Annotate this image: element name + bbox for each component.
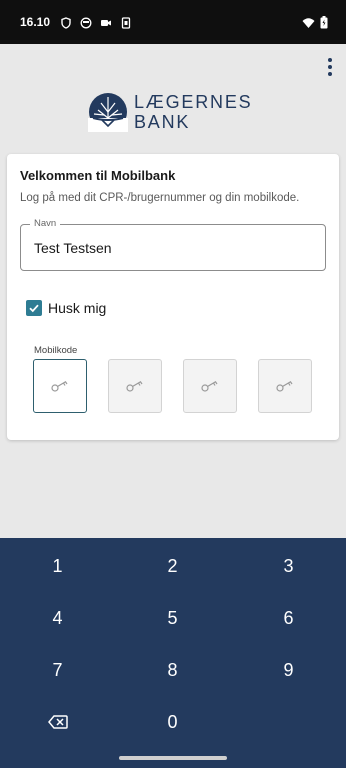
pin-box-3[interactable]	[183, 359, 237, 413]
status-bar: 16.10	[0, 0, 346, 44]
pin-box-4[interactable]	[258, 359, 312, 413]
key-0[interactable]: 0	[115, 696, 230, 748]
name-field-label: Navn	[30, 218, 61, 229]
battery-icon	[320, 16, 332, 29]
key-8[interactable]: 8	[115, 644, 230, 696]
login-card: Velkommen til Mobilbank Log på med dit C…	[7, 154, 339, 440]
name-field-value[interactable]: Test Testsen	[34, 240, 112, 256]
video-icon	[100, 16, 112, 28]
logo-line1: LÆGERNES	[134, 92, 253, 112]
remember-me[interactable]: Husk mig	[26, 300, 106, 316]
key-5[interactable]: 5	[115, 592, 230, 644]
home-gesture-bar[interactable]	[119, 756, 227, 760]
key-2[interactable]: 2	[115, 540, 230, 592]
name-field[interactable]: Navn Test Testsen	[20, 218, 326, 271]
card-subtitle: Log på med dit CPR-/brugernummer og din …	[20, 192, 300, 204]
wifi-icon	[302, 16, 315, 28]
key-3[interactable]: 3	[231, 540, 346, 592]
pin-input[interactable]	[33, 359, 312, 413]
pin-box-1[interactable]	[33, 359, 87, 413]
remember-label: Husk mig	[48, 300, 107, 316]
pin-label: Mobilkode	[34, 345, 78, 356]
key-7[interactable]: 7	[0, 644, 115, 696]
smiley-icon	[80, 16, 92, 29]
key-4[interactable]: 4	[0, 592, 115, 644]
key-icon	[201, 380, 218, 392]
status-time: 16.10	[20, 15, 51, 29]
key-icon	[126, 380, 143, 392]
remember-checkbox[interactable]	[26, 300, 42, 316]
numeric-keypad: 1 2 3 4 5 6 7 8 9 0	[0, 538, 346, 748]
checkmark-icon	[29, 304, 39, 313]
backspace-key[interactable]	[0, 696, 115, 748]
pin-box-2[interactable]	[108, 359, 162, 413]
key-1[interactable]: 1	[0, 540, 115, 592]
shield-icon	[60, 16, 72, 29]
bank-logo: LÆGERNES BANK	[88, 92, 252, 132]
key-icon	[51, 380, 68, 392]
key-9[interactable]: 9	[231, 644, 346, 696]
sim-icon	[120, 16, 132, 29]
backspace-icon	[47, 715, 68, 729]
key-icon	[276, 380, 293, 392]
key-6[interactable]: 6	[231, 592, 346, 644]
logo-line2: BANK	[134, 112, 191, 132]
tree-logo-icon	[88, 93, 128, 132]
card-title: Velkommen til Mobilbank	[20, 168, 176, 183]
more-vert-icon[interactable]	[326, 58, 334, 76]
navigation-bar	[0, 748, 346, 768]
